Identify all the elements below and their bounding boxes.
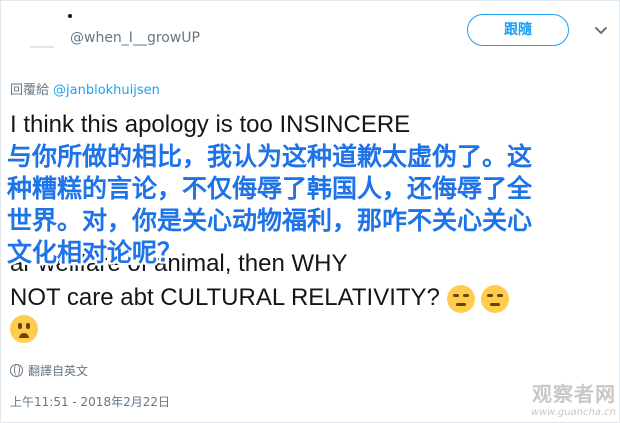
tweet-line: NOT care abt CULTURAL RELATIVITY?	[10, 284, 510, 313]
frowning-face-icon	[10, 314, 38, 343]
user-handle[interactable]: @when_I__growUP	[70, 30, 200, 46]
watermark-main: 观察者网	[532, 382, 616, 406]
reply-context: 回覆給 @janblokhuijsen	[10, 79, 160, 98]
persevering-face-icon	[481, 284, 510, 313]
translation-overlay-line: 种糟糕的言论，不仅侮辱了韩国人，还侮辱了全	[7, 174, 533, 203]
display-name	[30, 46, 54, 48]
translation-overlay-line: 文化相对论呢？	[7, 238, 183, 267]
translation-overlay-line: 与你所做的相比，我认为这种道歉太虚伪了。这	[7, 142, 533, 171]
translation-overlay-line: 世界。对，你是关心动物福利，那咋不关心关心	[7, 206, 533, 235]
persevering-face-icon	[446, 284, 475, 313]
tweet-line: I think this apology is too INSINCERE	[10, 111, 411, 138]
follow-button[interactable]: 跟隨	[467, 14, 569, 46]
reply-label: 回覆給	[10, 83, 50, 98]
reply-to-link[interactable]: @janblokhuijsen	[53, 83, 160, 98]
timestamp[interactable]: 上午11:51 - 2018年2月22日	[10, 393, 170, 410]
globe-icon	[10, 364, 23, 377]
avatar[interactable]	[68, 14, 72, 18]
watermark: 观察者网 www.guancha.cn	[520, 378, 616, 418]
translate-link[interactable]: 翻譯自英文	[10, 362, 88, 379]
watermark-url: www.guancha.cn	[530, 407, 616, 418]
tweet-line-text: NOT care abt CULTURAL RELATIVITY?	[10, 284, 440, 311]
tweet-line	[10, 314, 38, 343]
chevron-down-icon[interactable]	[593, 22, 609, 38]
translate-label: 翻譯自英文	[28, 364, 89, 378]
